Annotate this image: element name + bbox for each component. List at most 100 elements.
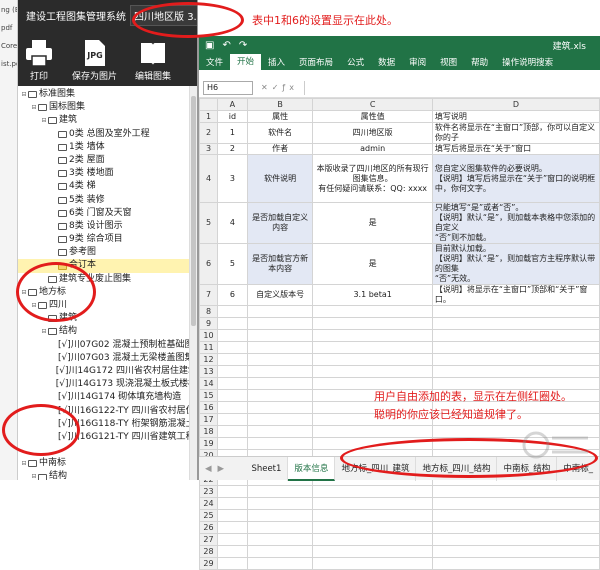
cell-property[interactable]: 作者 — [246, 143, 314, 155]
sheet-tab[interactable]: 版本信息 — [288, 456, 336, 481]
empty-cell[interactable] — [216, 401, 248, 414]
tree-node[interactable]: [√]川07G03 混凝土无梁楼盖图集 — [18, 352, 197, 365]
empty-cell[interactable] — [431, 509, 600, 522]
empty-cell[interactable] — [246, 557, 314, 570]
ribbon-tab[interactable]: 页面布局 — [292, 56, 340, 68]
cell-value[interactable]: admin — [312, 143, 433, 155]
print-button[interactable]: 打印 — [24, 39, 54, 82]
empty-cell[interactable] — [431, 365, 600, 378]
row-header[interactable]: 25 — [199, 509, 218, 522]
empty-cell[interactable] — [216, 533, 248, 546]
cell-id[interactable]: 3 — [216, 154, 248, 203]
row-header[interactable]: 15 — [199, 389, 218, 402]
row-header[interactable]: 8 — [199, 305, 218, 318]
cell-value[interactable]: 是 — [312, 202, 433, 244]
sheet-tab[interactable]: Sheet1 — [245, 456, 289, 481]
row-header[interactable]: 4 — [199, 154, 218, 203]
empty-cell[interactable] — [216, 485, 248, 498]
row-header[interactable]: 13 — [199, 365, 218, 378]
row-header[interactable]: 28 — [199, 545, 218, 558]
empty-cell[interactable] — [246, 317, 314, 330]
scrollbar-thumb[interactable] — [191, 96, 196, 326]
collapse-toggle-icon[interactable]: ⊟ — [40, 114, 48, 127]
empty-cell[interactable] — [431, 521, 600, 534]
empty-cell[interactable] — [431, 533, 600, 546]
empty-cell[interactable] — [216, 521, 248, 534]
tree-node[interactable]: 4类 梯 — [18, 180, 197, 193]
ribbon-tab[interactable]: 审阅 — [402, 56, 433, 68]
cell-property[interactable]: 是否加载自定义内容 — [246, 202, 314, 244]
empty-cell[interactable] — [312, 521, 433, 534]
tree-node[interactable]: 0类 总图及室外工程 — [18, 128, 197, 141]
undo-icon[interactable]: ↶ — [222, 40, 230, 51]
empty-cell[interactable] — [216, 377, 248, 390]
column-header[interactable]: A — [216, 98, 248, 111]
name-box[interactable]: H6 — [203, 80, 253, 95]
empty-cell[interactable] — [216, 365, 248, 378]
cell-description[interactable]: 您自定义图集软件的必要说明。 【说明】填写后将显示在“关于”窗口的说明框中，你何… — [431, 154, 600, 203]
cell-description[interactable]: 软件名将显示在“主窗口”顶部，你可以自定义你的子 — [431, 122, 600, 144]
collapse-toggle-icon[interactable]: ⊟ — [40, 325, 48, 338]
empty-cell[interactable] — [246, 305, 314, 318]
empty-cell[interactable] — [312, 317, 433, 330]
empty-cell[interactable] — [246, 401, 314, 414]
empty-cell[interactable] — [312, 557, 433, 570]
empty-cell[interactable] — [246, 365, 314, 378]
empty-cell[interactable] — [431, 317, 600, 330]
empty-cell[interactable] — [216, 509, 248, 522]
cell-value[interactable]: 本版收录了四川地区的所有现行图集信息。 有任何疑问请联系：QQ: xxxx — [312, 154, 433, 203]
cell-id[interactable]: 4 — [216, 202, 248, 244]
row-header[interactable]: 10 — [199, 329, 218, 342]
ribbon-tab[interactable]: 公式 — [340, 56, 371, 68]
empty-cell[interactable] — [216, 389, 248, 402]
empty-cell[interactable] — [431, 341, 600, 354]
empty-cell[interactable] — [312, 533, 433, 546]
row-header[interactable]: 18 — [199, 425, 218, 438]
save-as-image-button[interactable]: JPG 保存为图片 — [72, 39, 117, 82]
cell-description[interactable]: 填写后将显示在“关于”窗口 — [431, 143, 600, 155]
cell-value[interactable]: 四川地区版 — [312, 122, 433, 144]
row-header[interactable]: 29 — [199, 557, 218, 570]
desktop-icon-label[interactable]: Core — [0, 42, 17, 54]
empty-cell[interactable] — [246, 341, 314, 354]
empty-cell[interactable] — [312, 329, 433, 342]
empty-cell[interactable] — [216, 353, 248, 366]
cell-value[interactable]: 是 — [312, 243, 433, 285]
empty-cell[interactable] — [312, 545, 433, 558]
cell-id[interactable]: 1 — [216, 122, 248, 144]
tree-node[interactable]: [√]川14G173 现浇混凝土板式楼梯 — [18, 378, 197, 391]
ribbon-tab[interactable]: 数据 — [371, 56, 402, 68]
empty-cell[interactable] — [312, 497, 433, 510]
tree-node[interactable]: 1类 墙体 — [18, 141, 197, 154]
row-header[interactable]: 19 — [199, 437, 218, 450]
tree-node[interactable]: 3类 楼地面 — [18, 167, 197, 180]
empty-cell[interactable] — [312, 305, 433, 318]
row-header[interactable]: 24 — [199, 497, 218, 510]
empty-cell[interactable] — [216, 341, 248, 354]
cell-property[interactable]: 软件说明 — [246, 154, 314, 203]
ribbon-tab[interactable]: 帮助 — [464, 56, 495, 68]
empty-cell[interactable] — [312, 509, 433, 522]
row-header[interactable]: 17 — [199, 413, 218, 426]
tree-node[interactable]: ⊟ 标准图集 — [18, 88, 197, 101]
empty-cell[interactable] — [431, 545, 600, 558]
tree-node[interactable]: ⊟ 建筑 — [18, 114, 197, 127]
cell-id[interactable]: id — [216, 110, 248, 123]
sheet-nav-arrows[interactable]: ◀▶ — [199, 464, 245, 474]
row-header[interactable]: 9 — [199, 317, 218, 330]
empty-cell[interactable] — [216, 317, 248, 330]
tree-node[interactable]: 9类 综合项目 — [18, 233, 197, 246]
row-header[interactable]: 26 — [199, 521, 218, 534]
tree-node[interactable]: 参考图 — [18, 246, 197, 259]
desktop-icon-label[interactable]: ng (E: — [0, 6, 17, 18]
row-header[interactable]: 5 — [199, 202, 218, 244]
row-header[interactable]: 16 — [199, 401, 218, 414]
cell-description[interactable]: 填写说明 — [431, 110, 600, 123]
empty-cell[interactable] — [246, 389, 314, 402]
edit-atlas-button[interactable]: 编辑图集 — [135, 39, 171, 82]
row-header[interactable]: 2 — [199, 122, 218, 144]
empty-cell[interactable] — [312, 425, 433, 438]
cell-id[interactable]: 2 — [216, 143, 248, 155]
empty-cell[interactable] — [246, 437, 314, 450]
tree-node[interactable]: ⊟ 国标图集 — [18, 101, 197, 114]
